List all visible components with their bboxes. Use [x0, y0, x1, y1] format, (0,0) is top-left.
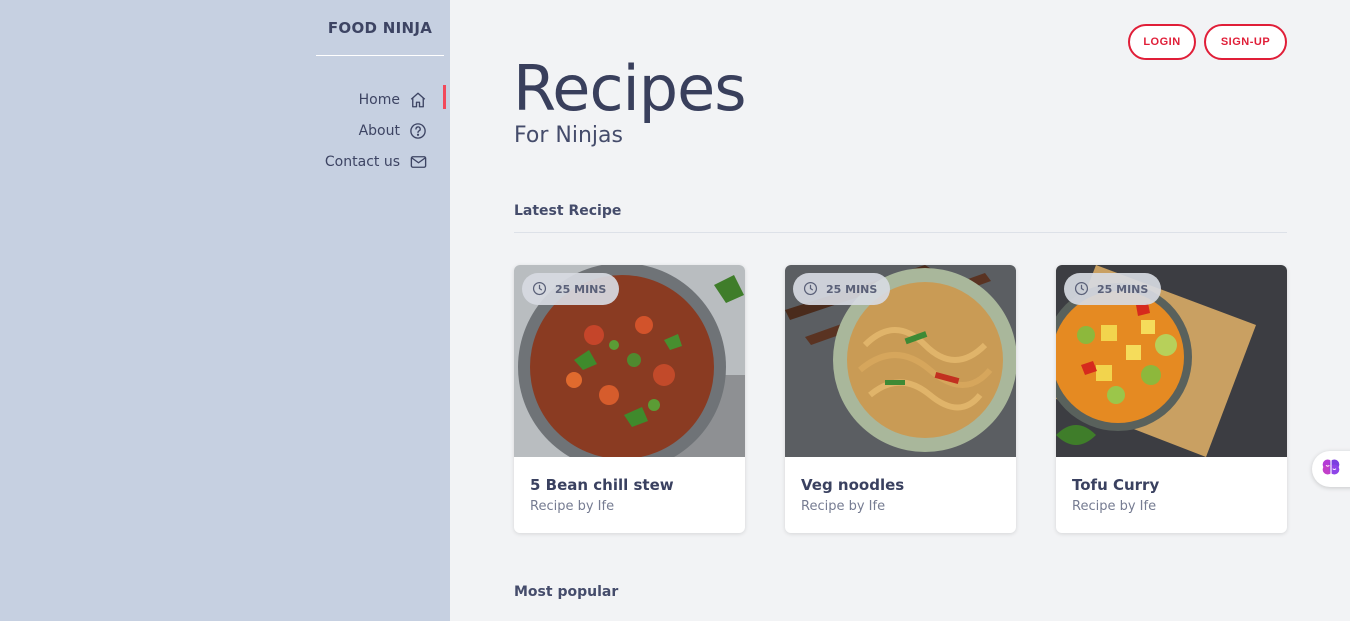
recipe-card[interactable]: 25 MINS 5 Bean chill stew Recipe by Ife	[514, 265, 745, 533]
recipe-author: Recipe by Ife	[801, 499, 886, 514]
signup-button[interactable]: SIGN-UP	[1204, 24, 1287, 60]
clock-icon	[532, 281, 548, 297]
recipe-title[interactable]: Veg noodles	[801, 476, 904, 494]
question-circle-icon	[408, 121, 428, 141]
recipe-author: Recipe by Ife	[530, 499, 615, 514]
recipe-card[interactable]: 25 MINS Veg noodles Recipe by Ife	[785, 265, 1016, 533]
active-indicator	[443, 85, 446, 109]
sidebar-item-home[interactable]: Home	[300, 84, 450, 115]
clock-icon	[803, 281, 819, 297]
time-badge: 25 MINS	[1064, 273, 1162, 305]
time-label: 25 MINS	[555, 282, 607, 296]
most-popular-heading: Most popular	[514, 584, 619, 600]
brand-logo[interactable]: FOOD NINJA	[316, 18, 444, 56]
time-label: 25 MINS	[826, 282, 878, 296]
main-content: LOGIN SIGN-UP Recipes For Ninjas Latest …	[450, 0, 1350, 621]
recipe-author: Recipe by Ife	[1072, 499, 1157, 514]
sidebar-item-about[interactable]: About	[300, 115, 450, 146]
section-divider	[514, 232, 1287, 233]
extension-floating-button[interactable]	[1312, 451, 1350, 487]
recipe-card[interactable]: 25 MINS Tofu Curry Recipe by Ife	[1056, 265, 1287, 533]
sidebar-item-label: Contact us	[324, 153, 400, 170]
time-badge: 25 MINS	[522, 273, 620, 305]
sidebar-item-label: About	[358, 122, 400, 139]
latest-recipe-heading: Latest Recipe	[514, 203, 622, 219]
envelope-icon	[408, 152, 428, 172]
brain-icon	[1321, 457, 1341, 481]
page-subtitle: For Ninjas	[514, 123, 623, 148]
login-button[interactable]: LOGIN	[1128, 24, 1196, 60]
clock-icon	[1074, 281, 1090, 297]
home-icon	[408, 90, 428, 110]
time-badge: 25 MINS	[793, 273, 891, 305]
time-label: 25 MINS	[1097, 282, 1149, 296]
sidebar-item-contact[interactable]: Contact us	[300, 146, 450, 177]
sidebar-nav: Home About Contact us	[300, 84, 450, 177]
sidebar-item-label: Home	[358, 91, 400, 108]
sidebar: FOOD NINJA Home About Contact us	[0, 0, 450, 621]
recipe-title[interactable]: 5 Bean chill stew	[530, 476, 674, 494]
page-title: Recipes	[513, 52, 747, 125]
recipe-title[interactable]: Tofu Curry	[1072, 476, 1159, 494]
